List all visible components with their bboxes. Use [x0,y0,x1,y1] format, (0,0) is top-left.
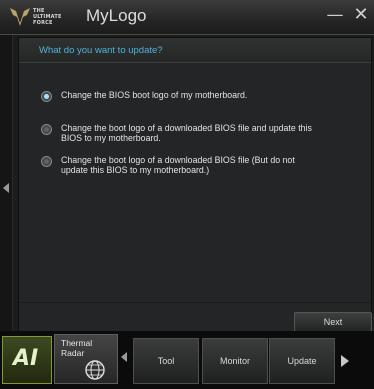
ai-suite-logo-button[interactable]: AI [2,336,52,384]
question-header: What do you want to update? [19,38,371,63]
dock-scroll-right-button[interactable] [338,338,352,382]
radio-button[interactable] [41,156,52,167]
option-label: Change the boot logo of a downloaded BIO… [61,155,295,175]
monitor-button[interactable]: Monitor [202,338,268,384]
minimize-icon: — [326,5,344,25]
option-label: Change the BIOS boot logo of my motherbo… [61,90,248,100]
close-icon: ✕ [353,4,369,25]
close-button[interactable]: ✕ [352,6,370,24]
tuf-logo: THE ULTIMATE FORCE [8,5,64,29]
thermal-radar-label-line2: Radar [61,348,85,358]
brand-text: THE ULTIMATE FORCE [33,8,62,26]
thermal-radar-button[interactable]: Thermal Radar [54,334,118,384]
tuf-emblem-icon [10,8,30,26]
dock-scroll-left-icon[interactable] [121,352,127,362]
ai-logo-text: AI [13,346,39,371]
update-button[interactable]: Update [269,338,335,384]
title-bar[interactable]: THE ULTIMATE FORCE MyLogo — ✕ [0,0,374,35]
divider [19,302,371,303]
minimize-button[interactable]: — [326,6,344,24]
radio-button[interactable] [41,124,52,135]
chevron-right-icon [341,355,349,367]
update-panel: What do you want to update? Change the B… [18,37,372,332]
question-text: What do you want to update? [39,45,163,56]
next-button[interactable]: Next [294,312,372,332]
mylogo-window: THE ULTIMATE FORCE MyLogo — ✕ What do yo… [0,0,374,389]
chevron-left-icon [3,183,9,193]
option-label: Change the boot logo of a downloaded BIO… [61,123,312,143]
thermal-radar-label-line1: Thermal [61,338,93,348]
tool-button[interactable]: Tool [133,338,199,384]
side-panel-toggle[interactable] [0,35,13,331]
radio-button[interactable] [41,91,52,102]
app-title: MyLogo [86,6,147,25]
globe-icon [85,360,105,380]
